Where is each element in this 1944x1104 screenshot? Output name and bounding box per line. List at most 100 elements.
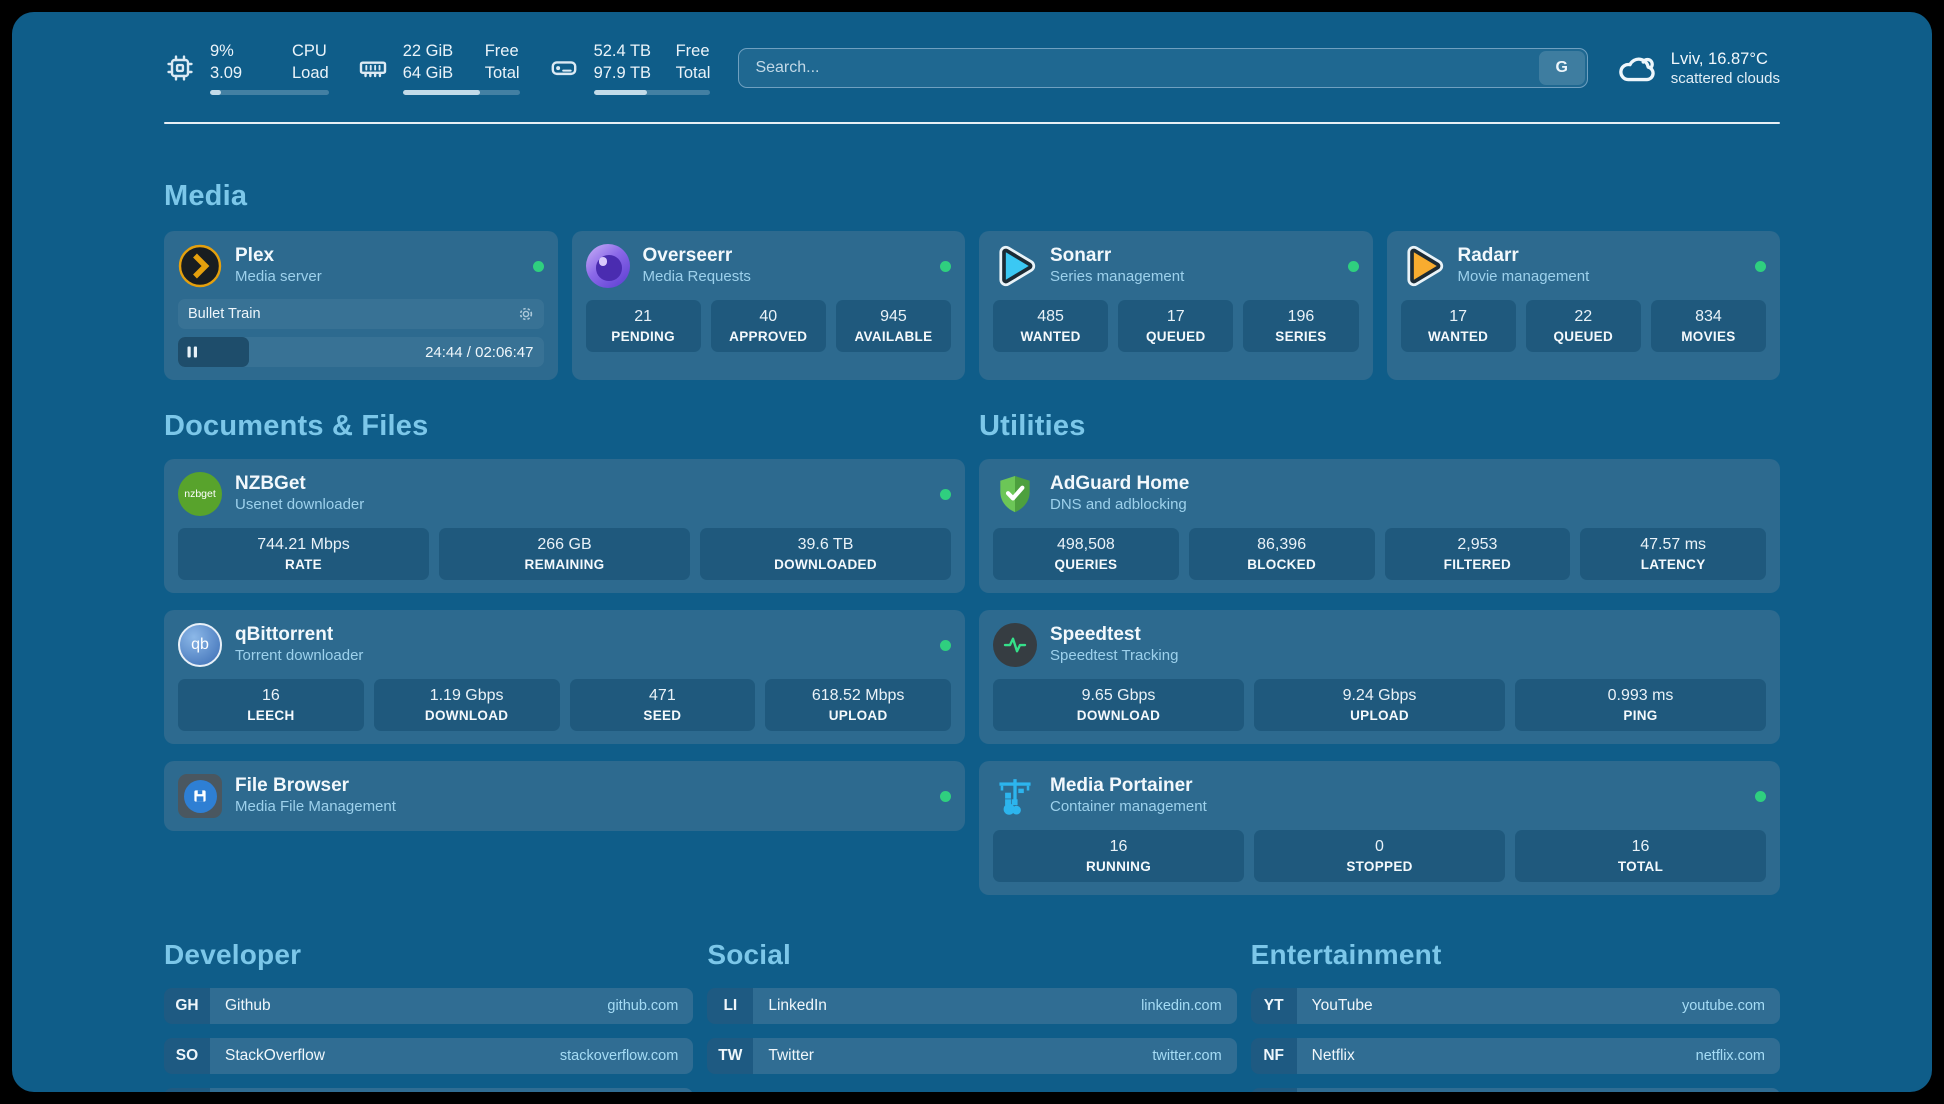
plex-icon bbox=[178, 244, 222, 288]
stat-leech: 16 LEECH bbox=[178, 679, 364, 731]
status-dot bbox=[1755, 791, 1766, 802]
weather-location-temp: Lviv, 16.87°C bbox=[1671, 50, 1780, 69]
bookmarks-social: Social LI LinkedIn linkedin.com TW Twitt… bbox=[707, 939, 1236, 1092]
overseerr-card[interactable]: Overseerr Media Requests 21 PENDING 40 A… bbox=[572, 231, 966, 380]
bookmark-twitter[interactable]: TW Twitter twitter.com bbox=[707, 1038, 1236, 1074]
stat-available: 945 AVAILABLE bbox=[836, 300, 951, 352]
app-title: Sonarr bbox=[1050, 246, 1184, 267]
app-title: NZBGet bbox=[235, 474, 364, 495]
stat-seed: 471 SEED bbox=[570, 679, 756, 731]
stat-latency: 47.57 ms LATENCY bbox=[1580, 528, 1766, 580]
now-playing-title: Bullet Train bbox=[188, 306, 261, 322]
bookmark-github[interactable]: GH Github github.com bbox=[164, 988, 693, 1024]
search-input[interactable] bbox=[739, 59, 1536, 77]
bookmark-netflix[interactable]: NF Netflix netflix.com bbox=[1251, 1038, 1780, 1074]
bookmark-stackoverflow[interactable]: SO StackOverflow stackoverflow.com bbox=[164, 1038, 693, 1074]
adguard-icon bbox=[993, 472, 1037, 516]
cpu-stat: 9% 3.09 CPU Load bbox=[164, 41, 329, 95]
bookmark-dev[interactable]: DT DEV dev.to bbox=[164, 1088, 693, 1092]
playback-progress-bar[interactable]: 24:44 / 02:06:47 bbox=[178, 337, 544, 367]
pause-icon[interactable] bbox=[187, 346, 198, 358]
cpu-load-value: 3.09 bbox=[210, 63, 272, 85]
stat-queued: 17 QUEUED bbox=[1118, 300, 1233, 352]
bookmark-linkedin[interactable]: LI LinkedIn linkedin.com bbox=[707, 988, 1236, 1024]
section-header-utilities: Utilities bbox=[979, 410, 1780, 443]
storage-free-value: 52.4 TB bbox=[594, 41, 656, 63]
playback-time: 24:44 / 02:06:47 bbox=[425, 344, 543, 361]
filebrowser-card[interactable]: File Browser Media File Management bbox=[164, 761, 965, 831]
status-dot bbox=[1755, 261, 1766, 272]
stat-remaining: 266 GB REMAINING bbox=[439, 528, 690, 580]
bookmarks-entertainment: Entertainment YT YouTube youtube.com NF … bbox=[1251, 939, 1780, 1092]
status-dot bbox=[940, 489, 951, 500]
cpu-usage-value: 9% bbox=[210, 41, 272, 63]
speedtest-card[interactable]: Speedtest Speedtest Tracking 9.65 Gbps D… bbox=[979, 610, 1780, 744]
app-subtitle: Series management bbox=[1050, 269, 1184, 286]
plex-card[interactable]: Plex Media server Bullet Train bbox=[164, 231, 558, 380]
weather-widget: Lviv, 16.87°C scattered clouds bbox=[1616, 47, 1780, 89]
adguard-card[interactable]: AdGuard Home DNS and adblocking 498,508 … bbox=[979, 459, 1780, 593]
gear-icon[interactable] bbox=[518, 306, 534, 322]
app-subtitle: Container management bbox=[1050, 799, 1207, 816]
app-title: Media Portainer bbox=[1050, 776, 1207, 797]
section-header-social: Social bbox=[707, 939, 1236, 971]
stat-rate: 744.21 Mbps RATE bbox=[178, 528, 429, 580]
search-engine-button[interactable]: G bbox=[1539, 51, 1585, 85]
storage-free-label: Free bbox=[676, 41, 711, 63]
cpu-progress-bar bbox=[210, 90, 329, 95]
filebrowser-icon bbox=[178, 774, 222, 818]
stat-downloaded: 39.6 TB DOWNLOADED bbox=[700, 528, 951, 580]
memory-free-value: 22 GiB bbox=[403, 41, 465, 63]
nzbget-card[interactable]: nzbget NZBGet Usenet downloader 744.21 M… bbox=[164, 459, 965, 593]
stat-running: 16 RUNNING bbox=[993, 830, 1244, 882]
stat-download: 1.19 Gbps DOWNLOAD bbox=[374, 679, 560, 731]
bookmark-youtube[interactable]: YT YouTube youtube.com bbox=[1251, 988, 1780, 1024]
status-dot bbox=[1348, 261, 1359, 272]
stat-pending: 21 PENDING bbox=[586, 300, 701, 352]
app-subtitle: Media File Management bbox=[235, 799, 396, 816]
stat-approved: 40 APPROVED bbox=[711, 300, 826, 352]
app-subtitle: Media server bbox=[235, 269, 322, 286]
qbittorrent-card[interactable]: qb qBittorrent Torrent downloader 16 LEE… bbox=[164, 610, 965, 744]
disk-icon bbox=[548, 52, 580, 84]
status-dot bbox=[533, 261, 544, 272]
top-bar: 9% 3.09 CPU Load bbox=[164, 36, 1780, 100]
system-stats: 9% 3.09 CPU Load bbox=[164, 41, 710, 95]
cpu-load-label: Load bbox=[292, 63, 329, 85]
stat-series: 196 SERIES bbox=[1243, 300, 1358, 352]
storage-total-label: Total bbox=[676, 63, 711, 85]
header-divider bbox=[164, 122, 1780, 124]
section-header-entertainment: Entertainment bbox=[1251, 939, 1780, 971]
app-subtitle: Speedtest Tracking bbox=[1050, 648, 1178, 665]
app-subtitle: Torrent downloader bbox=[235, 648, 363, 665]
cpu-usage-label: CPU bbox=[292, 41, 329, 63]
section-header-developer: Developer bbox=[164, 939, 693, 971]
stat-total: 16 TOTAL bbox=[1515, 830, 1766, 882]
portainer-card[interactable]: Media Portainer Container management 16 … bbox=[979, 761, 1780, 895]
status-dot bbox=[940, 261, 951, 272]
memory-total-value: 64 GiB bbox=[403, 63, 465, 85]
sonarr-card[interactable]: Sonarr Series management 485 WANTED 17 Q… bbox=[979, 231, 1373, 380]
storage-total-value: 97.9 TB bbox=[594, 63, 656, 85]
app-title: File Browser bbox=[235, 776, 396, 797]
cloud-icon bbox=[1616, 47, 1658, 89]
memory-free-label: Free bbox=[485, 41, 520, 63]
status-dot bbox=[940, 791, 951, 802]
search-bar[interactable]: G bbox=[738, 48, 1587, 88]
bookmark-reddit[interactable]: RE Reddit reddit.com bbox=[1251, 1088, 1780, 1092]
app-title: qBittorrent bbox=[235, 625, 363, 646]
app-subtitle: DNS and adblocking bbox=[1050, 497, 1189, 514]
nzbget-icon: nzbget bbox=[178, 472, 222, 516]
app-subtitle: Media Requests bbox=[643, 269, 751, 286]
app-title: Speedtest bbox=[1050, 625, 1178, 646]
ram-icon bbox=[357, 52, 389, 84]
section-header-documents: Documents & Files bbox=[164, 410, 965, 443]
app-title: Plex bbox=[235, 246, 322, 267]
app-title: Radarr bbox=[1458, 246, 1590, 267]
storage-progress-bar bbox=[594, 90, 711, 95]
memory-total-label: Total bbox=[485, 63, 520, 85]
overseerr-icon bbox=[586, 244, 630, 288]
memory-stat: 22 GiB 64 GiB Free Total bbox=[357, 41, 520, 95]
stat-queries: 498,508 QUERIES bbox=[993, 528, 1179, 580]
radarr-card[interactable]: Radarr Movie management 17 WANTED 22 QUE… bbox=[1387, 231, 1781, 380]
